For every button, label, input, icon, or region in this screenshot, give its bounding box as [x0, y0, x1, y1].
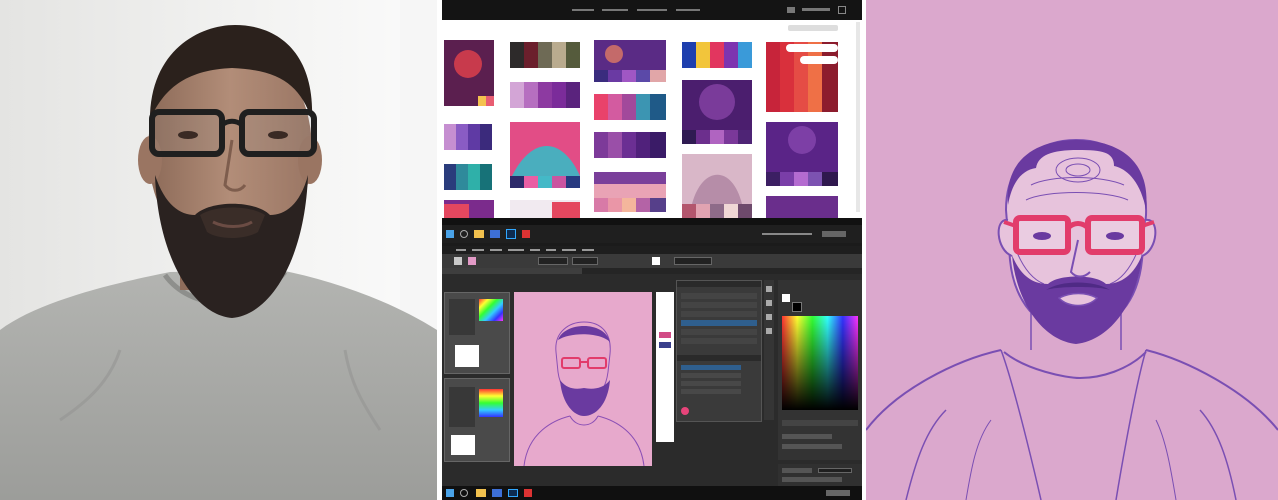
color-icon[interactable]	[681, 407, 689, 415]
panel-tool-icon[interactable]	[766, 300, 772, 306]
portrait-illustration	[866, 0, 1278, 500]
layer-row[interactable]	[681, 311, 757, 317]
panel-toolstrip	[764, 280, 774, 420]
windows-taskbar-bottom	[442, 486, 862, 500]
image-editor	[442, 246, 862, 500]
photoshop-icon[interactable]	[508, 489, 518, 497]
width-dropdown[interactable]	[572, 257, 598, 265]
align-dropdown[interactable]	[674, 257, 712, 265]
layer-row[interactable]	[681, 293, 757, 299]
windows-start-icon[interactable]	[446, 230, 454, 238]
panel-tool-icon[interactable]	[766, 314, 772, 320]
layer-row[interactable]	[681, 329, 757, 335]
adjustment-row[interactable]	[681, 365, 741, 370]
tool-preset-icon[interactable]	[454, 257, 462, 265]
adjustment-row[interactable]	[681, 389, 741, 394]
editor-options-bar	[442, 254, 862, 268]
background-color[interactable]	[792, 302, 802, 312]
windows-start-icon[interactable]	[446, 489, 454, 497]
color-picker-field[interactable]	[782, 316, 858, 410]
color-panel	[778, 280, 862, 460]
taskbar-search-icon[interactable]	[460, 230, 468, 238]
palette-grid	[444, 40, 838, 218]
taskbar-app-icon[interactable]	[492, 489, 502, 497]
stroke-dropdown[interactable]	[538, 257, 568, 265]
properties-panel	[778, 464, 862, 486]
windows-taskbar-top	[442, 225, 862, 243]
download-palette-button[interactable]	[800, 56, 838, 64]
panel-tool-icon[interactable]	[766, 328, 772, 334]
layers-panel	[676, 280, 762, 422]
layer-row[interactable]	[681, 338, 757, 344]
file-explorer-icon[interactable]	[474, 230, 484, 238]
artboard-thumb-1[interactable]	[444, 292, 510, 374]
illustrated-portrait	[866, 0, 1278, 500]
menu-icon[interactable]	[838, 6, 846, 14]
browser-icon[interactable]	[524, 489, 532, 497]
layer-row[interactable]	[681, 302, 757, 308]
property-dropdown[interactable]	[818, 468, 852, 473]
canvas-artboard[interactable]	[514, 292, 652, 466]
document-tabs	[442, 268, 862, 274]
browser-icon[interactable]	[522, 230, 530, 238]
properties-tabs[interactable]	[782, 420, 858, 426]
clock-text	[826, 490, 850, 496]
taskbar-app-icon[interactable]	[490, 230, 500, 238]
photo-illustration	[0, 0, 437, 500]
active-document-tab[interactable]	[442, 268, 582, 274]
adjustment-row[interactable]	[681, 373, 741, 378]
fill-color-swatch[interactable]	[468, 257, 476, 265]
portrait-photo	[0, 0, 437, 500]
site-footer	[442, 218, 862, 225]
color-swatch[interactable]	[652, 257, 660, 265]
save-palette-button[interactable]	[786, 44, 838, 52]
panel-tool-icon[interactable]	[766, 286, 772, 292]
foreground-color[interactable]	[782, 294, 790, 302]
illustration-preview	[523, 321, 645, 466]
artboard-thumb-2[interactable]	[444, 378, 510, 462]
editor-menu-bar	[442, 246, 862, 254]
photoshop-icon[interactable]	[506, 229, 516, 239]
adjustment-row[interactable]	[681, 381, 741, 386]
site-header	[442, 0, 862, 20]
canvas-artboard-2[interactable]	[656, 292, 674, 442]
palette-website	[442, 0, 862, 243]
file-explorer-icon[interactable]	[476, 489, 486, 497]
user-icon[interactable]	[787, 7, 795, 13]
clock-text	[822, 231, 846, 237]
taskbar-search-icon[interactable]	[460, 489, 468, 497]
layer-row-selected[interactable]	[681, 320, 757, 326]
workflow-screenshots	[442, 0, 862, 500]
